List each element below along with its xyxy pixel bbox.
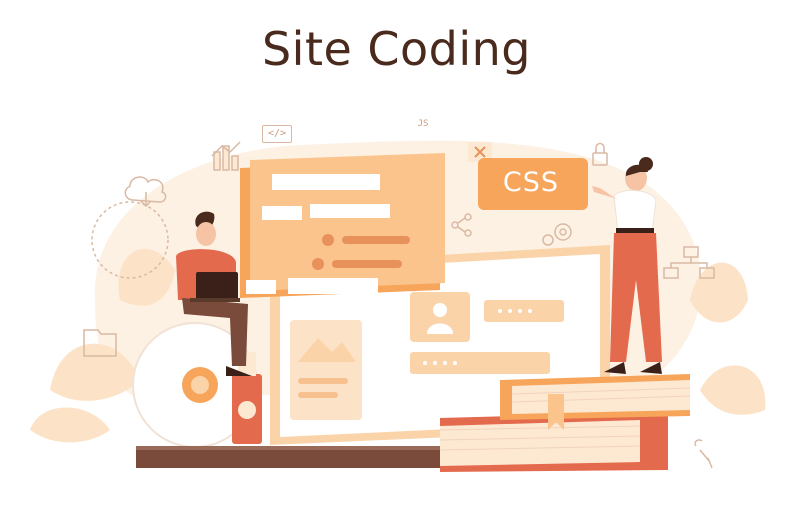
site-coding-illustration [30,140,766,472]
css-badge: CSS [502,167,560,198]
wrench-icon [694,439,713,469]
chart-icon [211,141,241,171]
laptop-base [136,446,446,468]
html-code-icon: </> [262,125,292,143]
js-file-icon: JS [417,119,429,129]
right-leaves [690,262,766,415]
laptop-icon [196,272,238,300]
code-window [240,153,445,298]
